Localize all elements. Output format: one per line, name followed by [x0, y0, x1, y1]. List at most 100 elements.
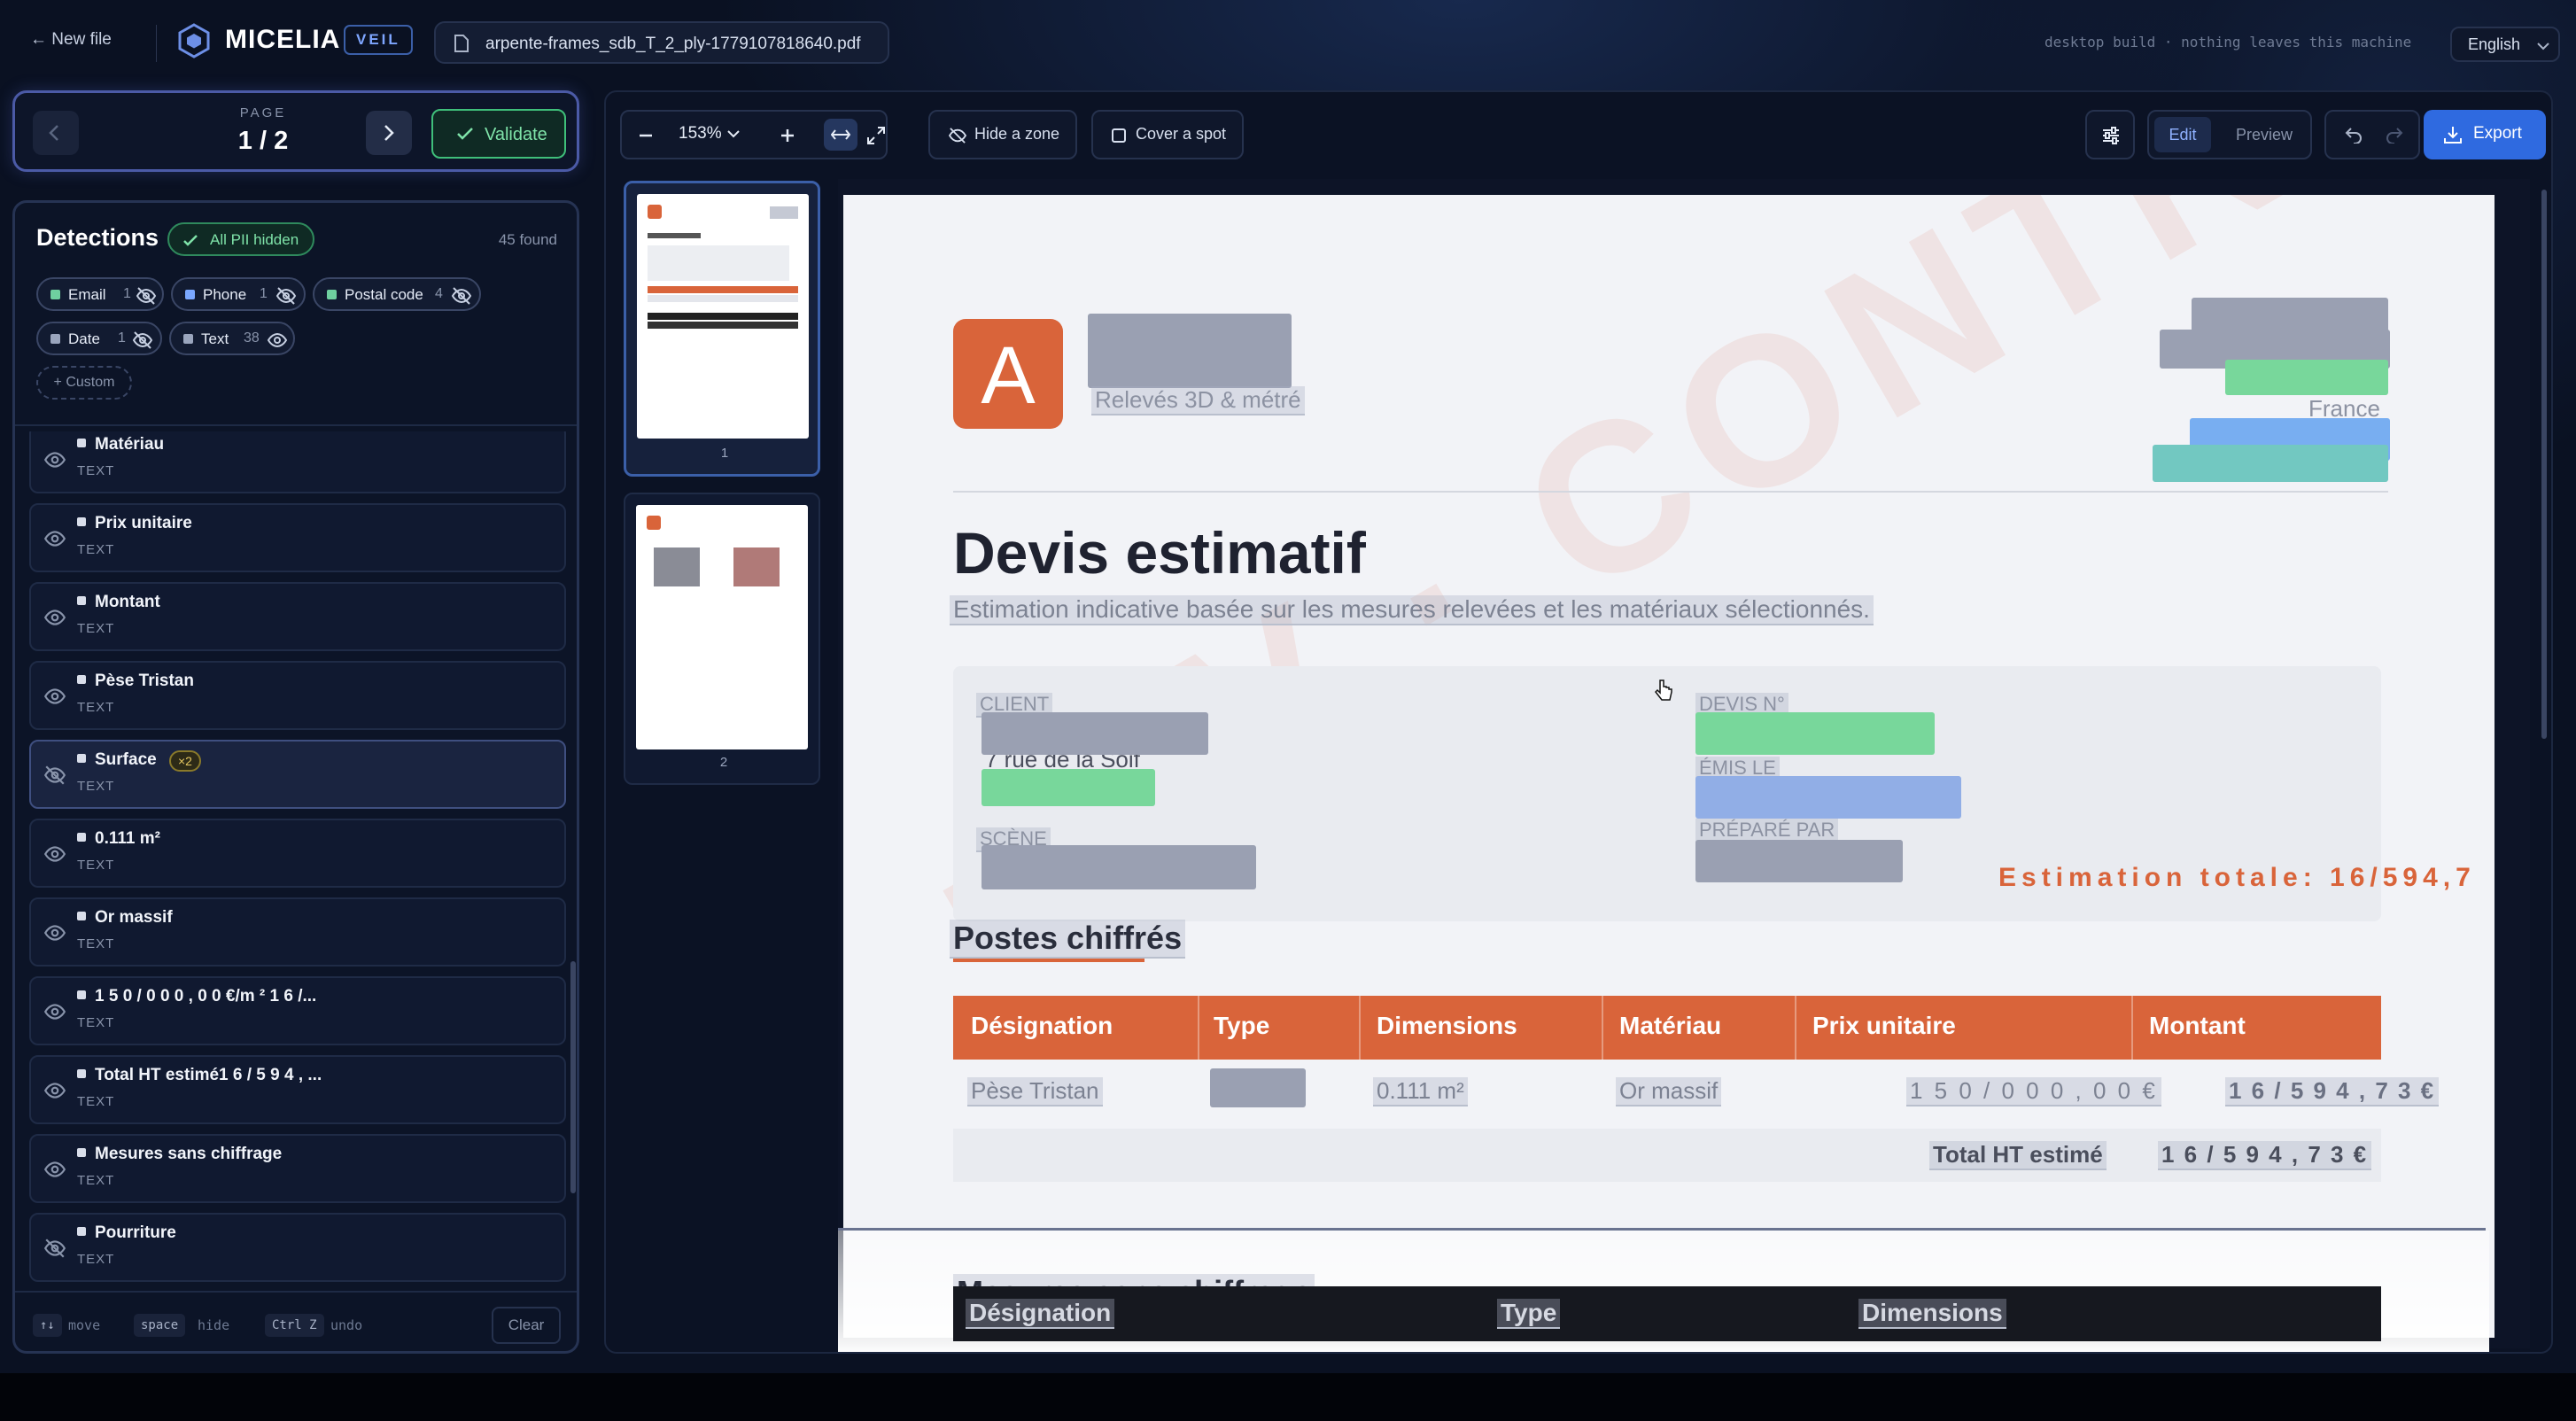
eye-icon[interactable] [43, 843, 66, 865]
eye-icon[interactable] [43, 607, 66, 628]
hide-zone-button[interactable]: Hide a zone [928, 110, 1077, 159]
validate-button[interactable]: Validate [431, 109, 566, 159]
detection-item[interactable]: Surface TEXT ×2 [29, 740, 566, 809]
cell-designation[interactable]: Pèse Tristan [967, 1077, 1103, 1107]
eye-icon[interactable] [43, 686, 66, 707]
detection-item[interactable]: Montant TEXT [29, 582, 566, 651]
chip-count: 38 [244, 330, 260, 346]
zoom-select[interactable]: 153% [679, 124, 740, 144]
document-subtitle[interactable]: Estimation indicative basée sur les mesu… [950, 595, 1874, 625]
detection-item[interactable]: Pourriture TEXT [29, 1213, 566, 1282]
clear-button[interactable]: Clear [492, 1307, 561, 1344]
eye-icon[interactable] [43, 449, 66, 470]
eye-icon[interactable] [43, 528, 66, 549]
redaction-box[interactable] [1210, 1068, 1306, 1107]
document-scrollbar[interactable] [2541, 190, 2548, 1341]
scrollbar-thumb[interactable] [570, 961, 576, 1193]
cell-unit-price[interactable]: 1 5 0 / 0 0 0 , 0 0 € [1906, 1077, 2161, 1107]
top-bar: ← New file MICELIA VEIL arpente-frames_s… [0, 0, 2576, 89]
cell-material[interactable]: Or massif [1616, 1077, 1722, 1107]
redaction-box[interactable] [1695, 840, 1903, 882]
thumb-logo [648, 205, 662, 219]
detection-color-dot [77, 1227, 86, 1236]
export-button[interactable]: Export [2424, 110, 2546, 159]
redaction-box-email[interactable] [2153, 445, 2388, 482]
zoom-out-button[interactable] [622, 112, 670, 158]
redaction-box-postal[interactable] [1695, 712, 1935, 755]
thumb-title [648, 233, 701, 238]
eye-icon[interactable] [43, 1080, 66, 1101]
chevron-down-icon [726, 130, 740, 138]
section-heading-costed[interactable]: Postes chiffrés [950, 920, 1186, 959]
page-thumbnail-2[interactable]: 2 [624, 493, 820, 785]
detection-name: Pourriture [95, 1223, 176, 1242]
detection-item[interactable]: Pèse Tristan TEXT [29, 661, 566, 730]
settings-button[interactable] [2085, 110, 2135, 159]
desktop-note: desktop build · nothing leaves this mach… [2045, 34, 2412, 50]
detection-item[interactable]: Mesures sans chiffrage TEXT [29, 1134, 566, 1203]
total-value[interactable]: 1 6 / 5 9 4 , 7 3 € [2158, 1141, 2372, 1170]
chip-label: Postal code [345, 286, 423, 303]
filter-chip-date[interactable]: Date 1 [36, 322, 162, 355]
fit-width-button[interactable] [824, 119, 857, 151]
filter-chip-email[interactable]: Email 1 [36, 277, 164, 311]
eye-off-icon [948, 128, 967, 144]
column-divider [1198, 996, 1199, 1060]
detection-item[interactable]: Prix unitaire TEXT [29, 503, 566, 572]
eye-off-icon[interactable] [43, 1238, 66, 1259]
cell-amount[interactable]: 1 6 / 5 9 4 , 7 3 € [2225, 1077, 2440, 1107]
filter-chip-phone[interactable]: Phone 1 [171, 277, 306, 311]
detection-item[interactable]: 1 5 0 / 0 0 0 , 0 0 €/m ² 1 6 /... TEXT [29, 976, 566, 1045]
document-viewport[interactable]: — V · CONTRACT A Relevés 3D & métré Fran… [838, 179, 2530, 1352]
filter-chip-text[interactable]: Text 38 [169, 322, 295, 355]
download-icon [2444, 127, 2462, 144]
cell-dimensions[interactable]: 0.111 m² [1373, 1077, 1468, 1107]
page-thumbnail-1[interactable]: 1 [624, 181, 820, 477]
redaction-box[interactable] [982, 712, 1208, 755]
detection-name: Montant [95, 593, 160, 611]
eye-icon[interactable] [43, 1001, 66, 1022]
zoom-in-button[interactable] [764, 112, 811, 158]
scrollbar-thumb[interactable] [2541, 190, 2547, 739]
filter-chip-postal-code[interactable]: Postal code 4 [313, 277, 481, 311]
eye-icon[interactable] [43, 1159, 66, 1180]
company-tagline[interactable]: Relevés 3D & métré [1091, 386, 1305, 415]
edit-mode-tab[interactable]: Edit [2154, 117, 2211, 152]
redaction-box[interactable] [982, 845, 1256, 889]
detection-item[interactable]: 0.111 m² TEXT [29, 819, 566, 888]
language-select[interactable]: English [2450, 27, 2560, 62]
fit-page-button[interactable] [863, 119, 889, 151]
unquoted-table-header-bar: Désignation Type Dimensions [953, 1286, 2381, 1341]
detection-item[interactable]: Or massif TEXT [29, 897, 566, 967]
page-number: 1 / 2 [237, 127, 289, 155]
next-page-button[interactable] [366, 111, 412, 155]
pii-status-text: All PII hidden [210, 231, 299, 248]
detection-type: TEXT [77, 1094, 115, 1109]
detection-scrollbar[interactable] [570, 431, 577, 1291]
column-header: Type [1214, 1012, 1270, 1039]
redaction-box-postal[interactable] [982, 769, 1155, 806]
file-chip[interactable]: arpente-frames_sdb_T_2_ply-1779107818640… [434, 21, 889, 64]
detection-item[interactable]: Matériau TEXT [29, 431, 566, 493]
preview-mode-tab[interactable]: Preview [2223, 117, 2305, 152]
detection-color-dot [77, 675, 86, 684]
detection-type: TEXT [77, 936, 115, 951]
detection-name: 0.111 m² [95, 829, 160, 848]
thumb-row [648, 295, 798, 302]
undo-icon[interactable] [2344, 126, 2363, 144]
new-file-link[interactable]: ← New file [30, 30, 112, 50]
total-label[interactable]: Total HT estimé [1929, 1141, 2107, 1170]
redaction-box-date[interactable] [1695, 776, 1961, 819]
add-custom-button[interactable]: + Custom [36, 366, 132, 400]
detection-item[interactable]: Total HT estimé1 6 / 5 9 4 , ... TEXT [29, 1055, 566, 1124]
redaction-box[interactable] [1088, 314, 1292, 388]
detection-type: TEXT [77, 1173, 115, 1188]
redo-icon[interactable] [2385, 126, 2404, 144]
eye-off-icon[interactable] [43, 765, 66, 786]
eye-icon[interactable] [43, 922, 66, 943]
costed-table-header: Désignation Type Dimensions Matériau Pri… [953, 996, 2381, 1060]
cover-spot-button[interactable]: Cover a spot [1091, 110, 1244, 159]
prev-page-button[interactable] [33, 111, 79, 155]
redaction-box-postal[interactable] [2225, 360, 2388, 395]
detection-type: TEXT [77, 542, 115, 557]
